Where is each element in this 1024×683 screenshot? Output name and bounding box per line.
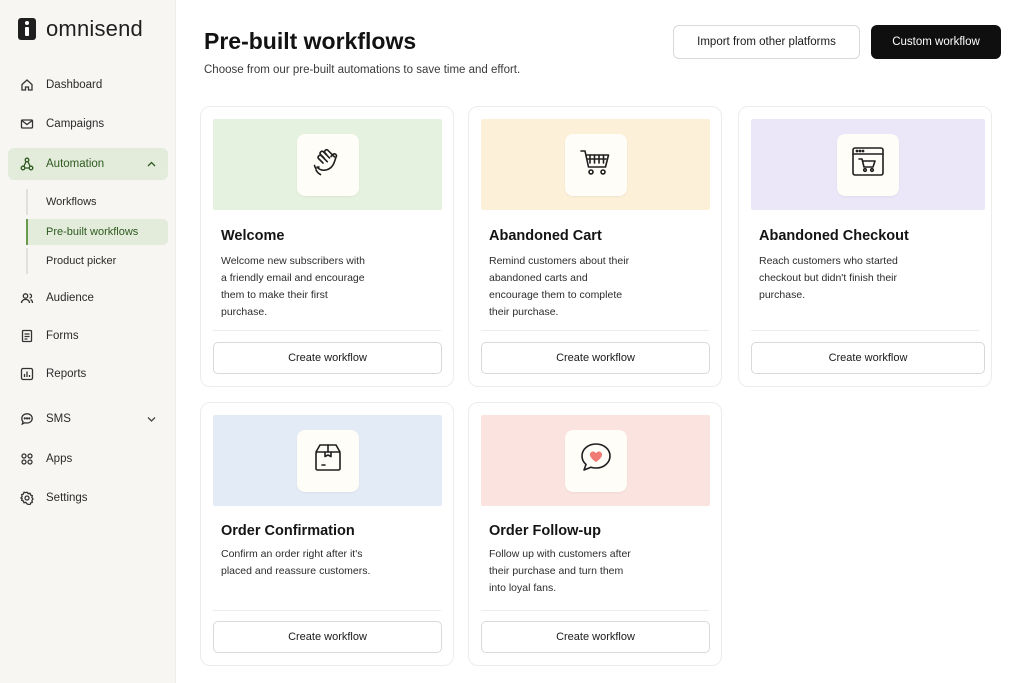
chevron-down-icon bbox=[147, 414, 156, 425]
card-title: Order Follow-up bbox=[489, 523, 601, 539]
divider bbox=[213, 610, 441, 611]
sidebar-subitem-product-picker[interactable]: Product picker bbox=[26, 248, 168, 274]
workflow-card-abandoned-cart: Abandoned Cart Remind customers about th… bbox=[468, 106, 722, 387]
sidebar: omnisend Dashboard Campaigns Automation … bbox=[0, 0, 176, 683]
icon-tile bbox=[296, 133, 359, 196]
card-description: Follow up with customers after their pur… bbox=[489, 548, 631, 594]
card-banner bbox=[751, 119, 985, 210]
card-description: Remind customers about their abandoned c… bbox=[489, 255, 630, 318]
sidebar-item-label: Automation bbox=[46, 158, 105, 170]
card-title: Abandoned Cart bbox=[489, 228, 602, 244]
shopping-cart-icon bbox=[578, 144, 614, 185]
omnisend-logo-icon bbox=[18, 18, 36, 40]
sidebar-item-sms[interactable]: SMS bbox=[8, 403, 168, 435]
create-workflow-button[interactable]: Create workflow bbox=[751, 342, 985, 374]
users-icon bbox=[20, 291, 34, 305]
sidebar-item-label: Product picker bbox=[46, 255, 117, 267]
chevron-up-icon bbox=[147, 159, 156, 170]
wave-hand-icon bbox=[311, 145, 345, 184]
sidebar-item-reports[interactable]: Reports bbox=[8, 358, 168, 390]
card-banner bbox=[213, 119, 442, 210]
create-workflow-button[interactable]: Create workflow bbox=[213, 342, 442, 374]
page-subtitle: Choose from our pre-built automations to… bbox=[204, 64, 521, 76]
divider bbox=[751, 330, 979, 331]
sidebar-item-label: SMS bbox=[46, 413, 71, 425]
icon-tile bbox=[564, 429, 627, 492]
sidebar-item-label: Audience bbox=[46, 292, 94, 304]
automation-icon bbox=[20, 157, 34, 171]
sidebar-item-automation[interactable]: Automation bbox=[8, 148, 168, 180]
browser-cart-icon bbox=[850, 144, 886, 185]
sidebar-subitem-workflows[interactable]: Workflows bbox=[26, 189, 168, 215]
card-title: Abandoned Checkout bbox=[759, 228, 909, 244]
sidebar-item-apps[interactable]: Apps bbox=[8, 443, 168, 475]
sidebar-item-label: Workflows bbox=[46, 196, 97, 208]
package-icon bbox=[311, 441, 345, 480]
sidebar-item-audience[interactable]: Audience bbox=[8, 282, 168, 314]
workflow-card-abandoned-checkout: Abandoned Checkout Reach customers who s… bbox=[738, 106, 992, 387]
brand-logo[interactable]: omnisend bbox=[18, 16, 143, 42]
import-from-other-platforms-button[interactable]: Import from other platforms bbox=[673, 25, 860, 59]
sidebar-item-label: Dashboard bbox=[46, 79, 103, 91]
icon-tile bbox=[837, 133, 899, 196]
divider bbox=[213, 330, 441, 331]
sidebar-item-settings[interactable]: Settings bbox=[8, 482, 168, 514]
card-banner bbox=[213, 415, 442, 506]
sidebar-item-label: Settings bbox=[46, 492, 88, 504]
gear-icon bbox=[20, 491, 34, 505]
sidebar-item-dashboard[interactable]: Dashboard bbox=[8, 69, 168, 101]
create-workflow-button[interactable]: Create workflow bbox=[481, 621, 710, 653]
card-title: Welcome bbox=[221, 228, 285, 244]
workflow-card-order-confirmation: Order Confirmation Confirm an order righ… bbox=[200, 402, 454, 666]
chart-icon bbox=[20, 367, 34, 381]
apps-icon bbox=[20, 452, 34, 466]
page-title: Pre-built workflows bbox=[204, 28, 417, 54]
create-workflow-button[interactable]: Create workflow bbox=[213, 621, 442, 653]
sms-icon bbox=[20, 412, 34, 426]
workflow-card-welcome: Welcome Welcome new subscribers with a f… bbox=[200, 106, 454, 387]
card-title: Order Confirmation bbox=[221, 523, 355, 539]
sidebar-item-label: Forms bbox=[46, 330, 79, 342]
mail-icon bbox=[20, 117, 34, 131]
workflow-card-order-follow-up: Order Follow-up Follow up with customers… bbox=[468, 402, 722, 666]
brand-name: omnisend bbox=[46, 16, 143, 41]
card-description: Reach customers who started checkout but… bbox=[759, 255, 898, 301]
sidebar-item-label: Reports bbox=[46, 368, 87, 380]
divider bbox=[481, 330, 709, 331]
sidebar-item-forms[interactable]: Forms bbox=[8, 320, 168, 352]
home-icon bbox=[20, 78, 34, 92]
create-workflow-button[interactable]: Create workflow bbox=[481, 342, 710, 374]
sidebar-item-campaigns[interactable]: Campaigns bbox=[8, 108, 168, 140]
card-banner bbox=[481, 415, 710, 506]
icon-tile bbox=[296, 429, 359, 492]
heart-chat-icon bbox=[578, 440, 614, 481]
form-icon bbox=[20, 329, 34, 343]
card-description: Welcome new subscribers with a friendly … bbox=[221, 255, 365, 318]
card-description: Confirm an order right after it's placed… bbox=[221, 548, 371, 577]
custom-workflow-button[interactable]: Custom workflow bbox=[871, 25, 1001, 59]
icon-tile bbox=[564, 133, 627, 196]
sidebar-item-label: Campaigns bbox=[46, 118, 105, 130]
divider bbox=[481, 610, 709, 611]
sidebar-item-label: Apps bbox=[46, 453, 73, 465]
sidebar-subitem-pre-built-workflows[interactable]: Pre-built workflows bbox=[26, 219, 168, 245]
sidebar-item-label: Pre-built workflows bbox=[46, 226, 139, 238]
card-banner bbox=[481, 119, 710, 210]
